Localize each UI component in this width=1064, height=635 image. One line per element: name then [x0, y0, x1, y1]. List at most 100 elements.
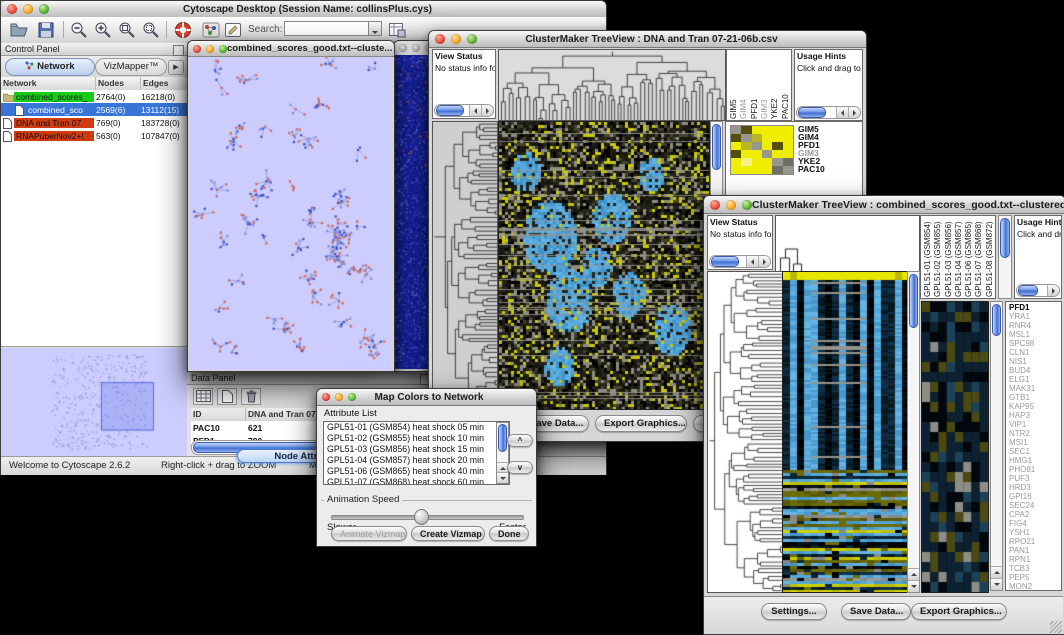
minimize-button[interactable]	[23, 4, 33, 14]
minimize-button[interactable]	[451, 34, 461, 44]
similarity-matrix[interactable]	[730, 125, 794, 175]
dense-network-canvas[interactable]	[394, 55, 432, 369]
minimize-button[interactable]	[206, 45, 214, 53]
zoom-window-button[interactable]	[219, 45, 227, 53]
network-canvas[interactable]	[189, 56, 391, 370]
attribute-item[interactable]: GPL51-01 (GSM854) heat shock 05 min	[324, 422, 509, 433]
gene-label[interactable]: YKE2	[798, 157, 858, 165]
done-button[interactable]: Done	[489, 526, 529, 541]
gene-label[interactable]: NIS1	[1009, 357, 1061, 366]
gene-label[interactable]: PAN1	[1009, 546, 1061, 555]
scrollbar-thumb[interactable]	[498, 424, 507, 452]
close-button[interactable]	[7, 4, 17, 14]
gene-label[interactable]: MSL1	[1009, 330, 1061, 339]
gene-label[interactable]: MON2	[1009, 582, 1061, 591]
gene-label[interactable]: MAK31	[1009, 384, 1061, 393]
gene-label[interactable]: RPN1	[1009, 555, 1061, 564]
gene-label[interactable]: RNR4	[1009, 321, 1061, 330]
horizontal-scrollbar[interactable]	[1016, 284, 1060, 297]
open-session-button[interactable]	[9, 20, 31, 40]
gene-label[interactable]: RPO21	[1009, 537, 1061, 546]
vertical-scrollbar[interactable]	[907, 271, 920, 593]
scroll-left-button[interactable]	[469, 105, 481, 116]
gene-label[interactable]: HAP3	[1009, 411, 1061, 420]
gene-label[interactable]: PAC10	[798, 165, 858, 173]
annotation-icon[interactable]	[223, 20, 245, 40]
horizontal-scrollbar[interactable]	[796, 106, 861, 119]
scroll-down-button[interactable]	[991, 578, 1002, 590]
resize-grip[interactable]	[1050, 621, 1062, 633]
attribute-item[interactable]: GPL51-03 (GSM856) heat shock 15 min	[324, 444, 509, 455]
scrollbar-thumb[interactable]	[436, 105, 464, 116]
scrollbar-thumb[interactable]	[712, 124, 721, 170]
scrollbar-thumb[interactable]	[711, 256, 739, 267]
treeview2-titlebar[interactable]: ClusterMaker TreeView : combined_scores_…	[704, 196, 1064, 214]
gene-label[interactable]: CLN1	[1009, 348, 1061, 357]
scroll-right-button[interactable]	[481, 105, 493, 116]
gene-label[interactable]: PHO81	[1009, 465, 1061, 474]
attribute-item[interactable]: GPL51-06 (GSM865) heat shock 40 min	[324, 466, 509, 477]
zoom-in-icon[interactable]	[93, 20, 115, 40]
table-icon[interactable]	[193, 388, 213, 405]
scroll-down-button[interactable]	[908, 580, 919, 592]
zoom-selected-icon[interactable]	[141, 20, 163, 40]
export-graphics-button[interactable]: Export Graphics...	[911, 603, 1007, 620]
row-dendrogram[interactable]	[707, 271, 783, 593]
gene-label[interactable]: YSH1	[1009, 528, 1061, 537]
network-window-titlebar[interactable]: combined_scores_good.txt--cluste...	[188, 41, 394, 57]
settings-button[interactable]: Settings...	[761, 603, 827, 620]
zoom-out-icon[interactable]	[69, 20, 91, 40]
gene-label[interactable]: HMG1	[1009, 456, 1061, 465]
close-button[interactable]	[193, 45, 201, 53]
close-button[interactable]	[322, 393, 330, 401]
vertical-scrollbar[interactable]	[496, 422, 509, 484]
gene-label[interactable]: CPA2	[1009, 510, 1061, 519]
zoom-fit-icon[interactable]	[117, 20, 139, 40]
col-nodes[interactable]: Nodes	[96, 77, 141, 90]
network-row[interactable]: DNA and Tran 07 769(0) 183728(0)	[1, 116, 187, 129]
gene-label[interactable]: ELG1	[1009, 375, 1061, 384]
zoom-heatmap-canvas[interactable]	[921, 301, 989, 593]
scroll-right-button[interactable]	[758, 256, 770, 267]
gene-label[interactable]: SEC24	[1009, 501, 1061, 510]
tab-vizmapper[interactable]: VizMapper™	[95, 58, 167, 76]
network-row[interactable]: combined_scores_ 2764(0) 16218(0)	[1, 90, 187, 103]
horizontal-scrollbar[interactable]	[709, 255, 771, 268]
scroll-down-button[interactable]	[497, 472, 508, 483]
scroll-up-button[interactable]	[991, 566, 1002, 578]
gene-label[interactable]: GIM4	[798, 133, 858, 141]
scroll-up-button[interactable]	[908, 568, 919, 580]
search-dropdown-button[interactable]	[368, 21, 382, 36]
export-graphics-button[interactable]: Export Graphics...	[595, 415, 687, 432]
trash-icon[interactable]	[241, 388, 261, 405]
column-dendrogram[interactable]	[775, 215, 920, 272]
scroll-right-button[interactable]	[848, 107, 860, 118]
scrollbar-thumb[interactable]	[909, 274, 918, 328]
gene-label[interactable]: GPI16	[1009, 492, 1061, 501]
minimize-button[interactable]	[412, 44, 420, 52]
new-document-icon[interactable]	[217, 388, 237, 405]
animate-vizmap-button[interactable]: Animate Vizmap	[331, 526, 407, 541]
scrollbar-thumb[interactable]	[798, 107, 826, 118]
vertical-scrollbar[interactable]	[998, 215, 1012, 299]
zoom-window-button[interactable]	[348, 393, 356, 401]
close-button[interactable]	[710, 200, 720, 210]
scroll-left-button[interactable]	[746, 256, 758, 267]
search-input[interactable]	[284, 21, 370, 36]
help-lifesaver-icon[interactable]	[173, 20, 195, 40]
gene-label[interactable]: FIG4	[1009, 519, 1061, 528]
create-vizmap-button[interactable]: Create Vizmap	[411, 526, 485, 541]
col-network[interactable]: Network	[1, 77, 96, 90]
move-down-button[interactable]: v	[507, 461, 533, 474]
scrollbar-thumb[interactable]	[1000, 218, 1010, 258]
heatmap-canvas[interactable]	[782, 271, 908, 593]
gene-label[interactable]: GIM5	[798, 125, 858, 133]
col-edges[interactable]: Edges	[141, 77, 187, 90]
treeview1-titlebar[interactable]: ClusterMaker TreeView : DNA and Tran 07-…	[429, 31, 866, 48]
speed-slider-thumb[interactable]	[414, 509, 429, 525]
scrollbar-thumb[interactable]	[1018, 285, 1038, 296]
close-button[interactable]	[435, 34, 445, 44]
gene-label[interactable]: KAP95	[1009, 402, 1061, 411]
dialog-titlebar[interactable]: Map Colors to Network	[317, 389, 536, 406]
network-row-selected[interactable]: combined_sco 2569(6) 13112(15)	[1, 103, 187, 116]
